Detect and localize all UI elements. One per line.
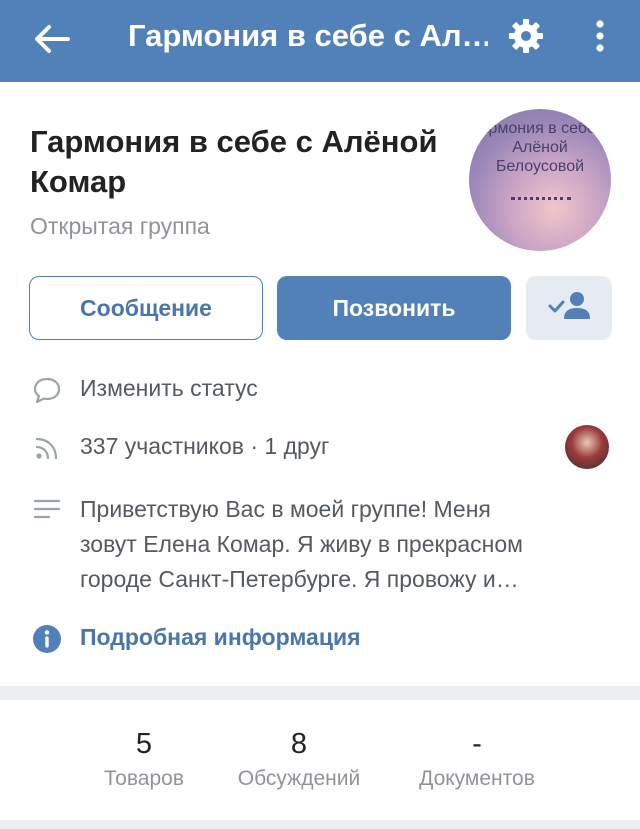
description-row[interactable]: Приветствую Вас в моей группе! Меня зову… <box>30 492 610 597</box>
members-text: 337 участников · 1 друг <box>80 433 330 459</box>
info-icon <box>30 624 64 654</box>
top-bar: Гармония в себе с Ал… <box>0 0 640 82</box>
gear-icon[interactable] <box>504 14 548 58</box>
speech-bubble-icon <box>30 375 64 405</box>
status-row[interactable]: Изменить статус <box>30 375 610 405</box>
status-label: Изменить статус <box>80 375 258 401</box>
group-type: Открытая группа <box>30 213 210 239</box>
members-row[interactable]: 337 участников · 1 друг <box>30 433 610 463</box>
text-lines-icon <box>30 494 64 524</box>
avatar-text: Гармония в себе с Алёной Белоусовой <box>471 120 609 175</box>
avatar-dots <box>511 197 571 201</box>
call-button[interactable]: Позвонить <box>277 276 511 340</box>
page-title: Гармония в себе с Ал… <box>128 18 488 53</box>
rss-icon <box>30 433 64 463</box>
stat-label: Товаров <box>104 767 184 790</box>
details-label: Подробная информация <box>80 624 361 650</box>
stat-value: 8 <box>290 728 308 760</box>
group-name: Гармония в себе с Алёной Комар <box>30 124 438 199</box>
stat-value: 5 <box>135 728 153 760</box>
details-link[interactable]: Подробная информация <box>30 624 610 654</box>
stats-bar: 5 Товаров 8 Обсуждений - Документов <box>0 700 640 820</box>
group-card: Гармония в себе с Алёной Комар Открытая … <box>0 82 640 686</box>
stat-documents[interactable]: - Документов <box>404 728 550 791</box>
stat-label: Документов <box>419 767 535 790</box>
stat-label: Обсуждений <box>237 767 361 790</box>
stat-discussions[interactable]: 8 Обсуждений <box>226 728 372 791</box>
stat-products[interactable]: 5 Товаров <box>92 728 196 791</box>
member-status-button[interactable] <box>526 276 612 340</box>
member-check-icon <box>547 290 591 326</box>
message-button[interactable]: Сообщение <box>29 276 263 340</box>
friend-avatar[interactable] <box>565 425 609 469</box>
description-text: Приветствую Вас в моей группе! Меня зову… <box>80 496 523 592</box>
more-vertical-icon[interactable] <box>580 14 620 58</box>
group-avatar[interactable]: Гармония в себе с Алёной Белоусовой <box>469 109 611 251</box>
stat-value: - <box>472 728 482 760</box>
back-arrow-icon[interactable] <box>30 17 74 61</box>
